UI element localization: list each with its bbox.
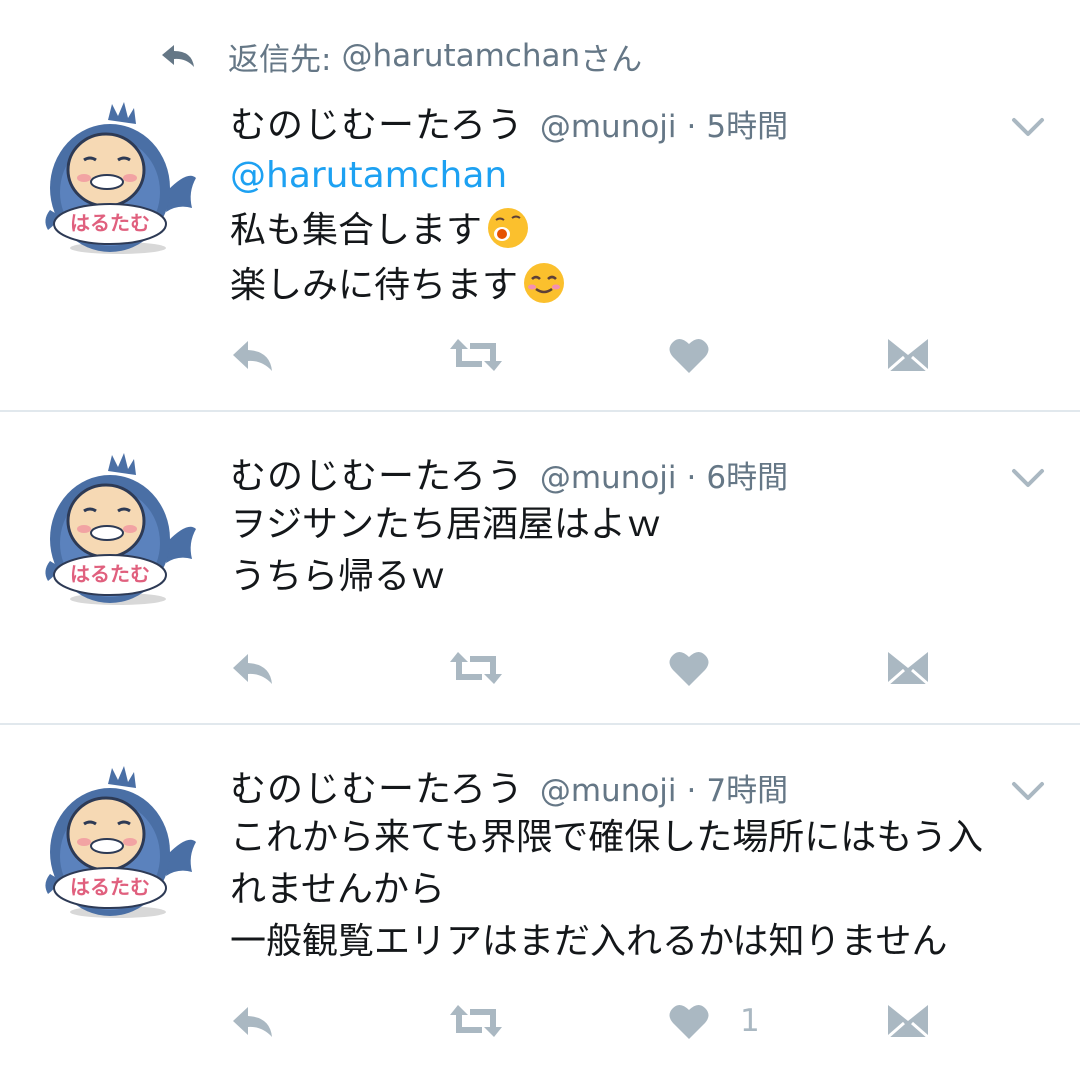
reply-icon (233, 654, 272, 684)
separator-dot: · (686, 460, 697, 496)
like-button[interactable] (668, 643, 740, 693)
tweet-line: 楽しみに待ちます (230, 265, 519, 306)
chevron-down-icon[interactable] (1010, 778, 1046, 802)
timestamp[interactable]: 5時間 (706, 101, 788, 146)
direct-message-button[interactable] (886, 643, 930, 693)
like-button[interactable]: 1 (668, 996, 760, 1046)
chevron-down-icon[interactable] (1010, 114, 1046, 138)
mention-link[interactable]: @harutamchan (230, 150, 1050, 202)
tweet-header: むのじむーたろう @munoji · 5時間 (230, 96, 980, 148)
envelope-icon (887, 652, 929, 686)
tweet-line: 私も集合します (230, 210, 483, 251)
username[interactable]: @munoji (540, 109, 677, 145)
reply-button[interactable] (230, 643, 276, 693)
display-name[interactable]: むのじむーたろう (230, 447, 524, 499)
avatar[interactable]: はるたむ (38, 764, 198, 924)
avatar-label: はるたむ (70, 562, 150, 586)
avatar[interactable]: はるたむ (38, 100, 198, 260)
retweet-icon (450, 1005, 502, 1037)
tweet-actions: 1 (0, 996, 1080, 1046)
retweet-icon (450, 339, 502, 371)
reply-button[interactable] (230, 996, 276, 1046)
tweet-text: @harutamchan 私も集合します 楽しみに待ちます (230, 150, 1050, 312)
tweet-header: むのじむーたろう @munoji · 6時間 (230, 447, 980, 499)
avatar-label: はるたむ (70, 211, 150, 235)
display-name[interactable]: むのじむーたろう (230, 760, 524, 812)
tweet-line: ヲジサンたち居酒屋はよｗ (230, 504, 663, 545)
heart-icon (669, 1004, 709, 1039)
avatar-label: はるたむ (70, 875, 150, 899)
tweet-text: これから来ても界隈で確保した場所にはもう入 れませんから 一般観覧エリアはまだ入… (230, 812, 1050, 968)
tweet-header: むのじむーたろう @munoji · 7時間 (230, 760, 980, 812)
direct-message-button[interactable] (886, 330, 930, 380)
display-name[interactable]: むのじむーたろう (230, 96, 524, 148)
retweet-button[interactable] (448, 330, 504, 380)
sleepy-face-emoji (488, 208, 529, 248)
tweet-line: うちら帰るｗ (230, 556, 447, 597)
tweet[interactable]: はるたむ むのじむーたろう @munoji · 5時間 @harutamchan… (0, 0, 1080, 412)
reply-icon (233, 341, 272, 371)
chevron-down-icon[interactable] (1010, 465, 1046, 489)
heart-icon (669, 338, 709, 373)
tweet-text: ヲジサンたち居酒屋はよｗ うちら帰るｗ (230, 499, 1050, 603)
tweet[interactable]: はるたむ むのじむーたろう @munoji · 6時間 ヲジサンたち居酒屋はよｗ… (0, 411, 1080, 725)
tweet-actions (0, 643, 1080, 693)
smiling-face-emoji (524, 263, 565, 303)
like-button[interactable] (668, 330, 740, 380)
timestamp[interactable]: 6時間 (706, 452, 788, 497)
timestamp[interactable]: 7時間 (706, 765, 788, 810)
retweet-button[interactable] (448, 996, 504, 1046)
username[interactable]: @munoji (540, 460, 677, 496)
envelope-icon (887, 339, 929, 373)
username[interactable]: @munoji (540, 773, 677, 809)
separator-dot: · (686, 773, 697, 809)
tweet-line: れませんから (230, 869, 445, 910)
reply-button[interactable] (230, 330, 276, 380)
envelope-icon (887, 1005, 929, 1039)
tweet-line: 一般観覧エリアはまだ入れるかは知りません (230, 921, 948, 962)
direct-message-button[interactable] (886, 996, 930, 1046)
separator-dot: · (686, 109, 697, 145)
avatar[interactable]: はるたむ (38, 451, 198, 611)
tweet-actions (0, 330, 1080, 380)
like-count: 1 (740, 1003, 760, 1039)
heart-icon (669, 651, 709, 686)
tweet-line: これから来ても界隈で確保した場所にはもう入 (230, 817, 984, 858)
reply-icon (233, 1007, 272, 1037)
retweet-icon (450, 652, 502, 684)
retweet-button[interactable] (448, 643, 504, 693)
tweet[interactable]: はるたむ むのじむーたろう @munoji · 7時間 これから来ても界隈で確保… (0, 724, 1080, 1071)
